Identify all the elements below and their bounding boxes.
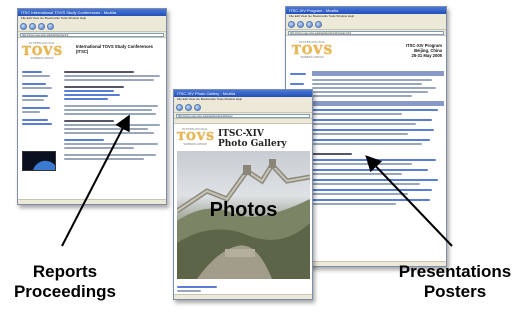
posters-label-line2: Posters [423, 282, 487, 301]
presentations-label: Presentations Posters [388, 262, 522, 302]
presentations-label-line1: Presentations [398, 262, 512, 281]
reports-label-line1: Reports [32, 262, 98, 281]
proceedings-label-line2: Proceedings [13, 282, 117, 301]
reports-label: Reports Proceedings [0, 262, 130, 302]
